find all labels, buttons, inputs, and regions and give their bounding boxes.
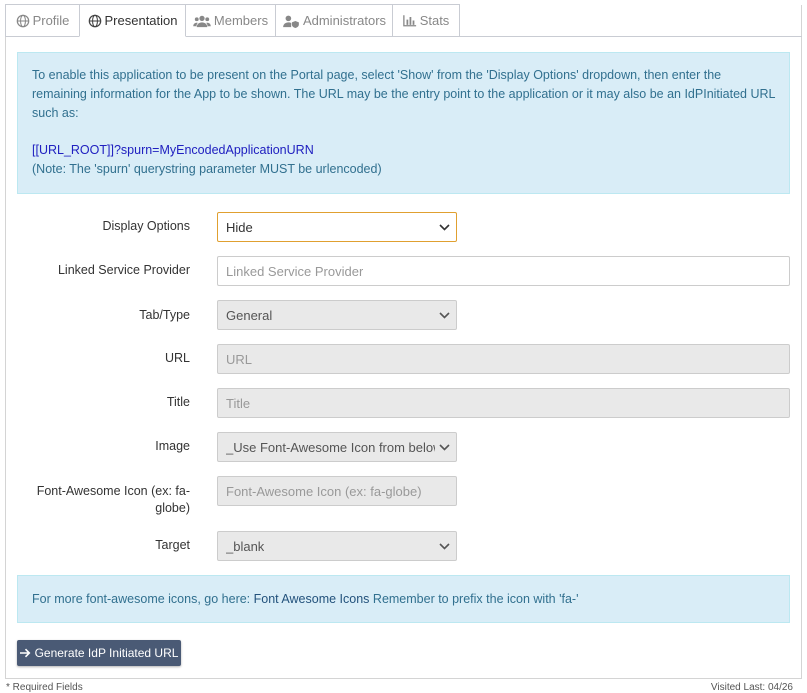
image-select[interactable]: _Use Font-Awesome Icon from below xyxy=(217,432,457,462)
linked-sp-input[interactable]: Linked Service Provider xyxy=(217,256,790,286)
info-text: To enable this application to be present… xyxy=(32,68,776,120)
image-value: _Use Font-Awesome Icon from below xyxy=(226,439,435,455)
tab-label: Presentation xyxy=(104,13,178,28)
users-icon xyxy=(193,15,211,27)
font-awesome-link[interactable]: Font Awesome Icons xyxy=(254,592,370,606)
linked-sp-placeholder: Linked Service Provider xyxy=(226,263,364,279)
globe-icon xyxy=(88,14,101,27)
user-shield-icon xyxy=(283,15,299,28)
linked-sp-label: Linked Service Provider xyxy=(57,263,190,277)
tab-label: Profile xyxy=(32,13,70,28)
tab-label: Members xyxy=(213,13,269,28)
help-suffix: Remember to prefix the icon with 'fa-' xyxy=(369,592,579,606)
display-options-value: Hide xyxy=(226,219,253,235)
fa-icon-placeholder: Font-Awesome Icon (ex: fa-globe) xyxy=(226,483,422,499)
title-label: Title xyxy=(166,395,190,409)
url-placeholder: URL xyxy=(226,351,253,367)
help-alert: For more font-awesome icons, go here: Fo… xyxy=(17,575,790,623)
tab-stats[interactable]: Stats xyxy=(392,4,460,36)
bar-chart-icon xyxy=(402,15,416,27)
tab-members[interactable]: Members xyxy=(185,4,276,36)
tab-profile[interactable]: Profile xyxy=(5,4,80,36)
info-alert: To enable this application to be present… xyxy=(17,52,790,194)
info-note: (Note: The 'spurn' querystring parameter… xyxy=(32,162,382,176)
url-input[interactable]: URL xyxy=(217,344,790,374)
tab-type-value: General xyxy=(226,307,273,323)
tab-presentation[interactable]: Presentation xyxy=(79,4,186,37)
image-label: Image xyxy=(155,439,190,453)
tab-type-label: Tab/Type xyxy=(139,308,190,322)
generate-url-label: Generate IdP Initiated URL xyxy=(34,646,179,660)
fa-icon-input[interactable]: Font-Awesome Icon (ex: fa-globe) xyxy=(217,476,457,506)
tab-administrators[interactable]: Administrators xyxy=(275,4,393,36)
generate-url-button[interactable]: Generate IdP Initiated URL xyxy=(17,640,181,666)
chevron-down-icon xyxy=(439,311,450,319)
target-label: Target xyxy=(155,538,190,552)
chevron-down-icon xyxy=(439,443,450,451)
display-options-label: Display Options xyxy=(102,219,190,233)
footer-left: * Required Fields xyxy=(6,682,83,693)
help-text: For more font-awesome icons, go here: Fo… xyxy=(32,590,775,609)
tab-bar: Profile Presentation Members Administrat… xyxy=(5,4,802,37)
target-value: _blank xyxy=(226,538,265,554)
tab-label: Stats xyxy=(419,13,450,28)
footer-right: Visited Last: 04/26 xyxy=(710,682,793,693)
globe-icon xyxy=(16,14,29,27)
target-select[interactable]: _blank xyxy=(217,531,457,561)
help-prefix: For more font-awesome icons, go here: xyxy=(32,592,254,606)
chevron-down-icon xyxy=(439,542,450,550)
title-input[interactable]: Title xyxy=(217,388,790,418)
fa-icon-label: Font-Awesome Icon (ex: fa-globe) xyxy=(36,484,190,515)
tab-type-select[interactable]: General xyxy=(217,300,457,330)
arrow-right-icon xyxy=(19,648,30,658)
chevron-down-icon xyxy=(439,223,450,231)
display-options-select[interactable]: Hide xyxy=(217,212,457,242)
url-label: URL xyxy=(164,351,190,365)
url-example: [[URL_ROOT]]?spurn=MyEncodedApplicationU… xyxy=(32,143,314,157)
tab-label: Administrators xyxy=(302,13,387,28)
title-placeholder: Title xyxy=(226,395,251,411)
